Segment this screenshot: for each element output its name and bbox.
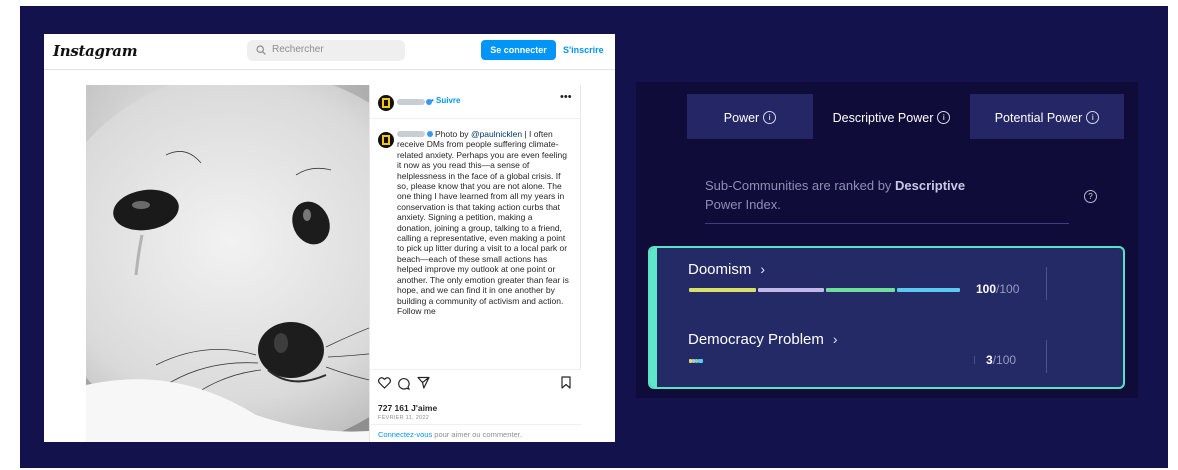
instagram-top-bar: Instagram Rechercher Se connecter S'insc… <box>44 34 615 70</box>
ranking-description: Sub-Communities are ranked by Descriptiv… <box>687 139 1124 249</box>
search-input[interactable]: Rechercher <box>247 40 405 61</box>
avatar[interactable] <box>378 95 394 111</box>
login-button[interactable]: Se connecter <box>481 40 556 60</box>
score-bar-segment <box>897 288 960 292</box>
info-icon[interactable]: i <box>763 110 777 124</box>
login-prompt: Connectez-vous pour aimer ou commenter. <box>370 424 581 442</box>
instagram-post-panel: Instagram Rechercher Se connecter S'insc… <box>44 34 615 442</box>
login-prompt-text: pour aimer ou commenter. <box>432 430 522 439</box>
score-bar-segment <box>758 288 824 292</box>
marker-tick <box>974 356 975 364</box>
power-index-panel: Power i Descriptive Power i Potential Powe… <box>636 82 1138 398</box>
chevron-right-icon: › <box>760 261 766 277</box>
list-item-label: Democracy Problem <box>688 331 824 348</box>
account-name[interactable] <box>397 99 425 105</box>
info-icon[interactable]: i <box>937 110 951 124</box>
divider <box>705 223 1069 224</box>
post-header: • Suivre ••• <box>370 85 581 119</box>
caption-avatar[interactable] <box>378 132 394 148</box>
selection-accent <box>650 248 657 387</box>
list-item-democracy-problem[interactable]: Democracy Problem › <box>688 331 838 348</box>
tab-power-label: Power <box>723 111 760 125</box>
caption-body: | I often receive DMs from people suffer… <box>397 129 569 316</box>
heart-icon[interactable] <box>378 377 391 389</box>
score-bar-segment <box>698 359 703 363</box>
tab-power[interactable]: Power i <box>687 94 813 139</box>
instagram-logo[interactable]: Instagram <box>53 42 138 60</box>
likes-count[interactable]: 727 161 J'aime <box>378 403 437 413</box>
ranking-list: Doomism › 100/100 Democracy Problem › 3/10… <box>648 246 1125 389</box>
caption-handle-link[interactable]: @paulnicklen <box>471 129 522 139</box>
score-number: 3 <box>986 353 993 367</box>
post-date: FÉVRIER 11, 2022 <box>378 415 430 421</box>
caption-prefix: Photo by <box>435 129 469 139</box>
post-caption: Photo by @paulnicklen | I often receive … <box>397 129 569 369</box>
list-item-label: Doomism <box>688 261 752 278</box>
search-placeholder: Rechercher <box>272 44 324 55</box>
score-value: 3/100 <box>986 353 1016 367</box>
info-icon[interactable]: i <box>1086 110 1100 124</box>
description-bold: Descriptive <box>895 178 966 193</box>
divider <box>1046 267 1047 300</box>
search-icon <box>256 45 266 55</box>
ranking-description-text: Sub-Communities are ranked by Descriptiv… <box>705 176 1085 214</box>
login-link[interactable]: Connectez-vous <box>378 430 432 439</box>
chevron-right-icon: › <box>832 331 838 347</box>
more-icon[interactable]: ••• <box>560 91 572 103</box>
tab-potential-power-label: Potential Power <box>994 111 1083 125</box>
score-number: 100 <box>976 282 997 296</box>
signup-link[interactable]: S'inscrire <box>563 40 604 60</box>
description-suffix: Power Index. <box>705 197 781 212</box>
score-max: /100 <box>996 282 1020 296</box>
divider <box>1046 340 1047 373</box>
score-bar-segment <box>689 288 756 292</box>
score-value: 100/100 <box>976 282 1019 296</box>
help-icon[interactable]: ? <box>1084 190 1097 203</box>
post-photo[interactable]: › <box>86 85 410 442</box>
tab-potential-power[interactable]: Potential Power i <box>970 94 1124 139</box>
share-icon[interactable] <box>417 376 430 389</box>
comment-icon[interactable] <box>397 377 410 390</box>
post-sidebar: • Suivre ••• Photo by @paulnicklen | I o… <box>369 85 581 442</box>
harp-seal-photo <box>86 85 410 442</box>
description-prefix: Sub-Communities are ranked by <box>705 178 896 193</box>
bookmark-icon[interactable] <box>561 376 571 389</box>
follow-button[interactable]: • Suivre <box>431 96 460 105</box>
tab-descriptive-power[interactable]: Descriptive Power i <box>813 94 970 139</box>
score-max: /100 <box>992 353 1017 367</box>
score-bar-segment <box>826 288 895 292</box>
list-item-doomism[interactable]: Doomism › <box>688 261 765 278</box>
tab-descriptive-power-label: Descriptive Power <box>832 111 934 125</box>
